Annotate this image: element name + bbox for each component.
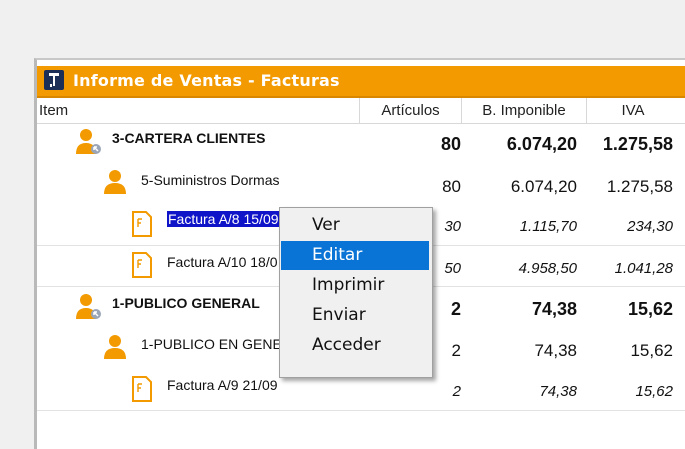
cell-b-imponible: 74,38 xyxy=(534,341,577,360)
cell-b-imponible: 74,38 xyxy=(531,299,577,319)
cell-b-imponible: 6.074,20 xyxy=(506,134,577,154)
menu-item-imprimir[interactable]: Imprimir xyxy=(281,271,429,300)
invoice-icon xyxy=(132,252,152,278)
row-label: Factura A/9 21/09 xyxy=(167,377,278,393)
menu-item-editar[interactable]: Editar xyxy=(281,241,429,270)
row-label: Factura A/8 15/09 xyxy=(167,211,282,227)
cell-articulos: 80 xyxy=(440,134,461,154)
row-label: Factura A/10 18/0 xyxy=(167,254,278,270)
row-label: 1-PUBLICO EN GENE xyxy=(141,336,280,352)
title-bar: Informe de Ventas - Facturas xyxy=(37,66,685,98)
user-group-icon xyxy=(76,294,101,319)
row-label: 3-CARTERA CLIENTES xyxy=(112,130,266,146)
user-group-icon xyxy=(76,129,101,154)
row-label: 1-PUBLICO GENERAL xyxy=(112,295,260,311)
cell-iva: 1.275,58 xyxy=(606,177,673,196)
row-label: 5-Suministros Dormas xyxy=(141,172,280,188)
menu-item-enviar[interactable]: Enviar xyxy=(281,301,429,330)
cell-b-imponible: 4.958,50 xyxy=(518,260,577,277)
cell-iva: 15,62 xyxy=(627,299,673,319)
user-icon xyxy=(104,335,126,359)
cell-articulos: 80 xyxy=(442,177,461,196)
column-header-b-imponible[interactable]: B. Imponible xyxy=(461,98,586,123)
cell-iva: 1.041,28 xyxy=(614,260,673,277)
cell-articulos: 2 xyxy=(452,383,461,400)
invoice-icon xyxy=(132,211,152,237)
cell-iva: 1.275,58 xyxy=(602,134,673,154)
cell-b-imponible: 6.074,20 xyxy=(510,177,577,196)
cell-iva: 15,62 xyxy=(630,341,673,360)
cell-iva: 15,62 xyxy=(635,383,673,400)
menu-item-ver[interactable]: Ver xyxy=(281,211,429,240)
column-header-iva[interactable]: IVA xyxy=(586,98,679,123)
column-header-item[interactable]: Item xyxy=(39,98,68,123)
table-row[interactable]: 3-CARTERA CLIENTES 80 6.074,20 1.275,58 xyxy=(37,124,685,164)
document-pin-icon xyxy=(44,70,64,90)
cell-b-imponible: 74,38 xyxy=(539,383,577,400)
menu-item-acceder[interactable]: Acceder xyxy=(281,331,429,360)
window-title: Informe de Ventas - Facturas xyxy=(73,71,340,90)
table-row[interactable]: 5-Suministros Dormas 80 6.074,20 1.275,5… xyxy=(37,166,685,206)
column-header-articulos[interactable]: Artículos xyxy=(359,98,461,123)
cell-b-imponible: 1.115,70 xyxy=(519,218,577,235)
context-menu: Ver Editar Imprimir Enviar Acceder xyxy=(279,207,433,378)
user-icon xyxy=(104,170,126,194)
invoice-icon xyxy=(132,376,152,402)
cell-iva: 234,30 xyxy=(627,218,673,235)
table-header: Item Artículos B. Imponible IVA xyxy=(37,98,685,124)
